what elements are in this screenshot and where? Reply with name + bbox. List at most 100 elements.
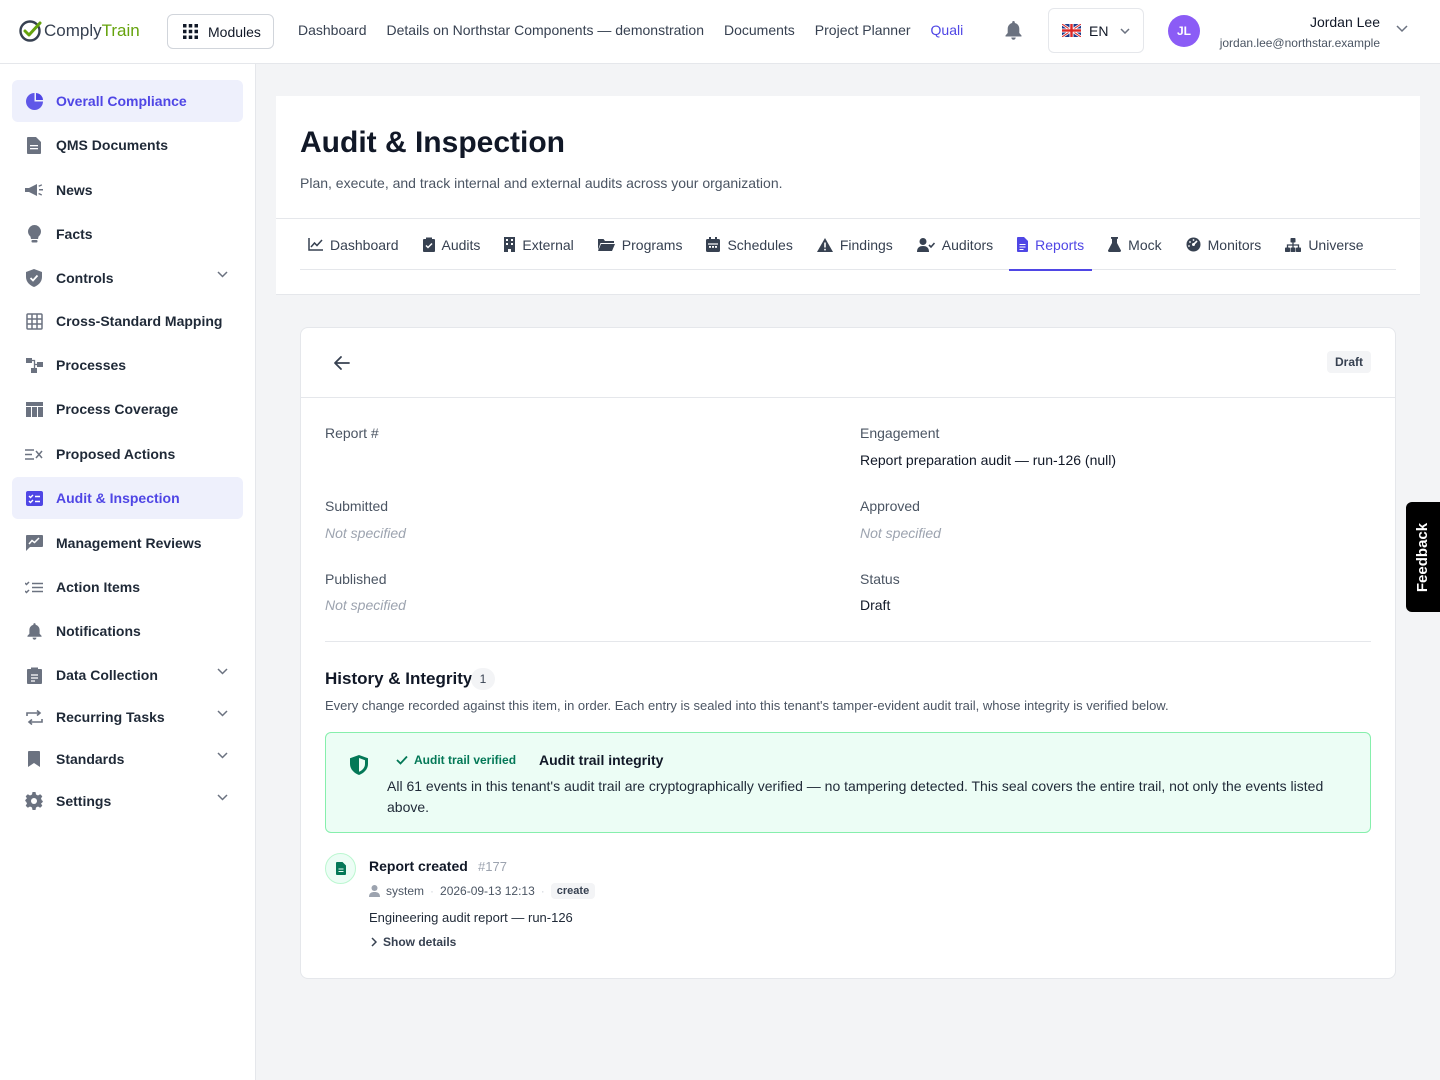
chevron-down-icon [217, 668, 228, 675]
back-arrow-icon[interactable] [331, 352, 353, 374]
sidebar-item-action-items[interactable]: Action Items [12, 566, 243, 608]
sidebar-item-management-reviews[interactable]: Management Reviews [12, 522, 243, 564]
tab-dashboard[interactable]: Dashboard [300, 219, 407, 270]
chevron-down-icon [217, 752, 228, 759]
gear-icon [25, 792, 43, 810]
status-value: Draft [860, 597, 891, 613]
sidebar-item-label: Facts [56, 226, 93, 242]
event-id: #177 [478, 859, 507, 874]
topnav-details[interactable]: Details on Northstar Components — demons… [387, 22, 704, 38]
sidebar-item-recurring-tasks[interactable]: Recurring Tasks [12, 696, 243, 738]
user-menu-chevron-icon[interactable] [1396, 25, 1408, 33]
show-details-toggle[interactable]: Show details [371, 935, 456, 949]
topnav-dashboard[interactable]: Dashboard [298, 22, 367, 38]
module-tabs: Dashboard Audits External Programs Sched… [300, 219, 1396, 271]
app-logo[interactable]: Comply Train [18, 18, 140, 44]
logo-text-train: Train [101, 21, 140, 40]
list-check-icon [25, 578, 43, 596]
tab-mock[interactable]: Mock [1100, 219, 1169, 270]
chevron-down-icon [217, 271, 228, 278]
sidebar-item-label: Recurring Tasks [56, 709, 165, 725]
tab-monitors[interactable]: Monitors [1178, 219, 1270, 270]
sidebar-item-overall-compliance[interactable]: Overall Compliance [12, 80, 243, 122]
language-selector[interactable]: EN [1048, 8, 1144, 53]
calendar-icon [706, 237, 721, 252]
bell-icon [25, 622, 43, 640]
sidebar-item-label: Notifications [56, 623, 141, 639]
sidebar-item-settings[interactable]: Settings [12, 780, 243, 822]
event-actor: system [386, 884, 425, 898]
bell-icon[interactable] [1005, 21, 1022, 40]
sidebar-item-audit-inspection[interactable]: Audit & Inspection [12, 477, 243, 519]
separator-dot: · [430, 884, 435, 898]
feedback-label: Feedback [1414, 522, 1432, 592]
modules-button[interactable]: Modules [167, 14, 274, 49]
sidebar-item-news[interactable]: News [12, 169, 243, 211]
user-check-icon [916, 237, 935, 252]
sidebar-item-standards[interactable]: Standards [12, 738, 243, 780]
sidebar-item-cross-standard-mapping[interactable]: Cross-Standard Mapping [12, 300, 243, 342]
tab-label: Dashboard [330, 236, 399, 253]
flask-icon [1108, 237, 1122, 252]
sidebar-item-facts[interactable]: Facts [12, 213, 243, 255]
submitted-label: Submitted [325, 498, 389, 514]
event-title: Report created [369, 858, 468, 874]
integrity-text: All 61 events in this tenant's audit tra… [387, 778, 1324, 815]
approved-label: Approved [860, 498, 920, 514]
sidebar-item-label: Controls [56, 270, 114, 286]
card-header: Draft [301, 328, 1395, 398]
user-email: jordan.lee@northstar.example [1219, 36, 1380, 50]
modules-label: Modules [208, 23, 261, 40]
sidebar: Overall Compliance QMS Documents News Fa… [0, 64, 256, 1080]
status-label: Status [860, 571, 900, 587]
topnav-documents[interactable]: Documents [724, 22, 795, 38]
submitted-value: Not specified [325, 525, 406, 541]
tab-audits[interactable]: Audits [415, 219, 489, 270]
checklist-icon [25, 489, 43, 507]
repeat-icon [25, 708, 43, 726]
sidebar-item-process-coverage[interactable]: Process Coverage [12, 388, 243, 430]
sidebar-item-controls[interactable]: Controls [12, 257, 243, 299]
chevron-down-icon [217, 710, 228, 717]
sidebar-item-label: Standards [56, 751, 125, 767]
top-navigation: Dashboard Details on Northstar Component… [298, 22, 963, 38]
sidebar-item-proposed-actions[interactable]: Proposed Actions [12, 433, 243, 475]
feedback-button[interactable]: Feedback [1406, 502, 1440, 612]
event-action-tag: create [550, 883, 596, 899]
tab-universe[interactable]: Universe [1277, 219, 1371, 270]
section-divider [325, 641, 1371, 642]
lightbulb-icon [25, 225, 43, 243]
tab-auditors[interactable]: Auditors [909, 219, 1001, 270]
verified-label: Audit trail verified [414, 753, 517, 767]
tab-label: External [522, 236, 574, 253]
language-code: EN [1089, 22, 1109, 39]
sidebar-item-qms-documents[interactable]: QMS Documents [12, 124, 243, 166]
tab-reports[interactable]: Reports [1009, 219, 1093, 271]
folder-open-icon [597, 239, 615, 251]
event-timestamp: 2026-09-13 12:13 [440, 884, 535, 898]
sidebar-item-label: Processes [56, 357, 127, 373]
event-meta: system · 2026-09-13 12:13 · create [369, 883, 596, 899]
document-icon [25, 136, 43, 154]
tab-external[interactable]: External [496, 219, 581, 270]
sidebar-item-label: Settings [56, 793, 112, 809]
user-name[interactable]: Jordan Lee [1310, 14, 1380, 30]
sidebar-item-data-collection[interactable]: Data Collection [12, 654, 243, 696]
tab-programs[interactable]: Programs [590, 219, 691, 270]
shield-icon [350, 755, 368, 775]
tab-findings[interactable]: Findings [809, 219, 901, 270]
topnav-project-planner[interactable]: Project Planner [815, 22, 911, 38]
tab-label: Programs [621, 236, 683, 253]
logo-text-comply: Comply [44, 21, 102, 40]
tab-label: Auditors [941, 236, 994, 253]
tab-schedules[interactable]: Schedules [698, 219, 800, 270]
sidebar-item-processes[interactable]: Processes [12, 344, 243, 386]
tab-label: Findings [839, 236, 893, 253]
sidebar-item-notifications[interactable]: Notifications [12, 610, 243, 652]
user-avatar[interactable]: JL [1168, 15, 1200, 47]
tab-label: Monitors [1207, 236, 1262, 253]
sidebar-item-label: Overall Compliance [56, 93, 187, 109]
event-description: Engineering audit report — run-126 [369, 910, 573, 925]
history-count-badge: 1 [471, 668, 495, 690]
topnav-quali[interactable]: Quali [931, 22, 964, 38]
